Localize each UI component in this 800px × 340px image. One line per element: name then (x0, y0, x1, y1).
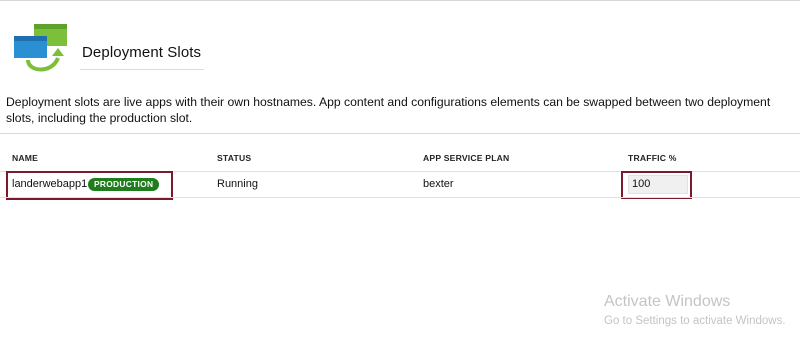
row-divider-bottom (0, 197, 800, 198)
name-highlight-box (6, 171, 173, 200)
column-header-name[interactable]: NAME (12, 153, 38, 163)
column-header-traffic[interactable]: TRAFFIC % (628, 153, 677, 163)
slot-app-service-plan: bexter (423, 178, 454, 190)
page-description: Deployment slots are live apps with thei… (6, 95, 771, 125)
column-header-app-service-plan[interactable]: APP SERVICE PLAN (423, 153, 509, 163)
activate-windows-title: Activate Windows (604, 293, 731, 310)
title-underline (80, 69, 204, 70)
page-header: Deployment Slots (12, 22, 312, 78)
slot-status: Running (217, 178, 258, 190)
deployment-slots-icon (14, 24, 67, 72)
top-divider (0, 0, 800, 1)
page-title: Deployment Slots (82, 44, 202, 61)
activate-windows-subtitle: Go to Settings to activate Windows. (604, 315, 786, 327)
column-header-status[interactable]: STATUS (217, 153, 251, 163)
section-divider (0, 133, 800, 134)
traffic-highlight-box (621, 171, 692, 199)
